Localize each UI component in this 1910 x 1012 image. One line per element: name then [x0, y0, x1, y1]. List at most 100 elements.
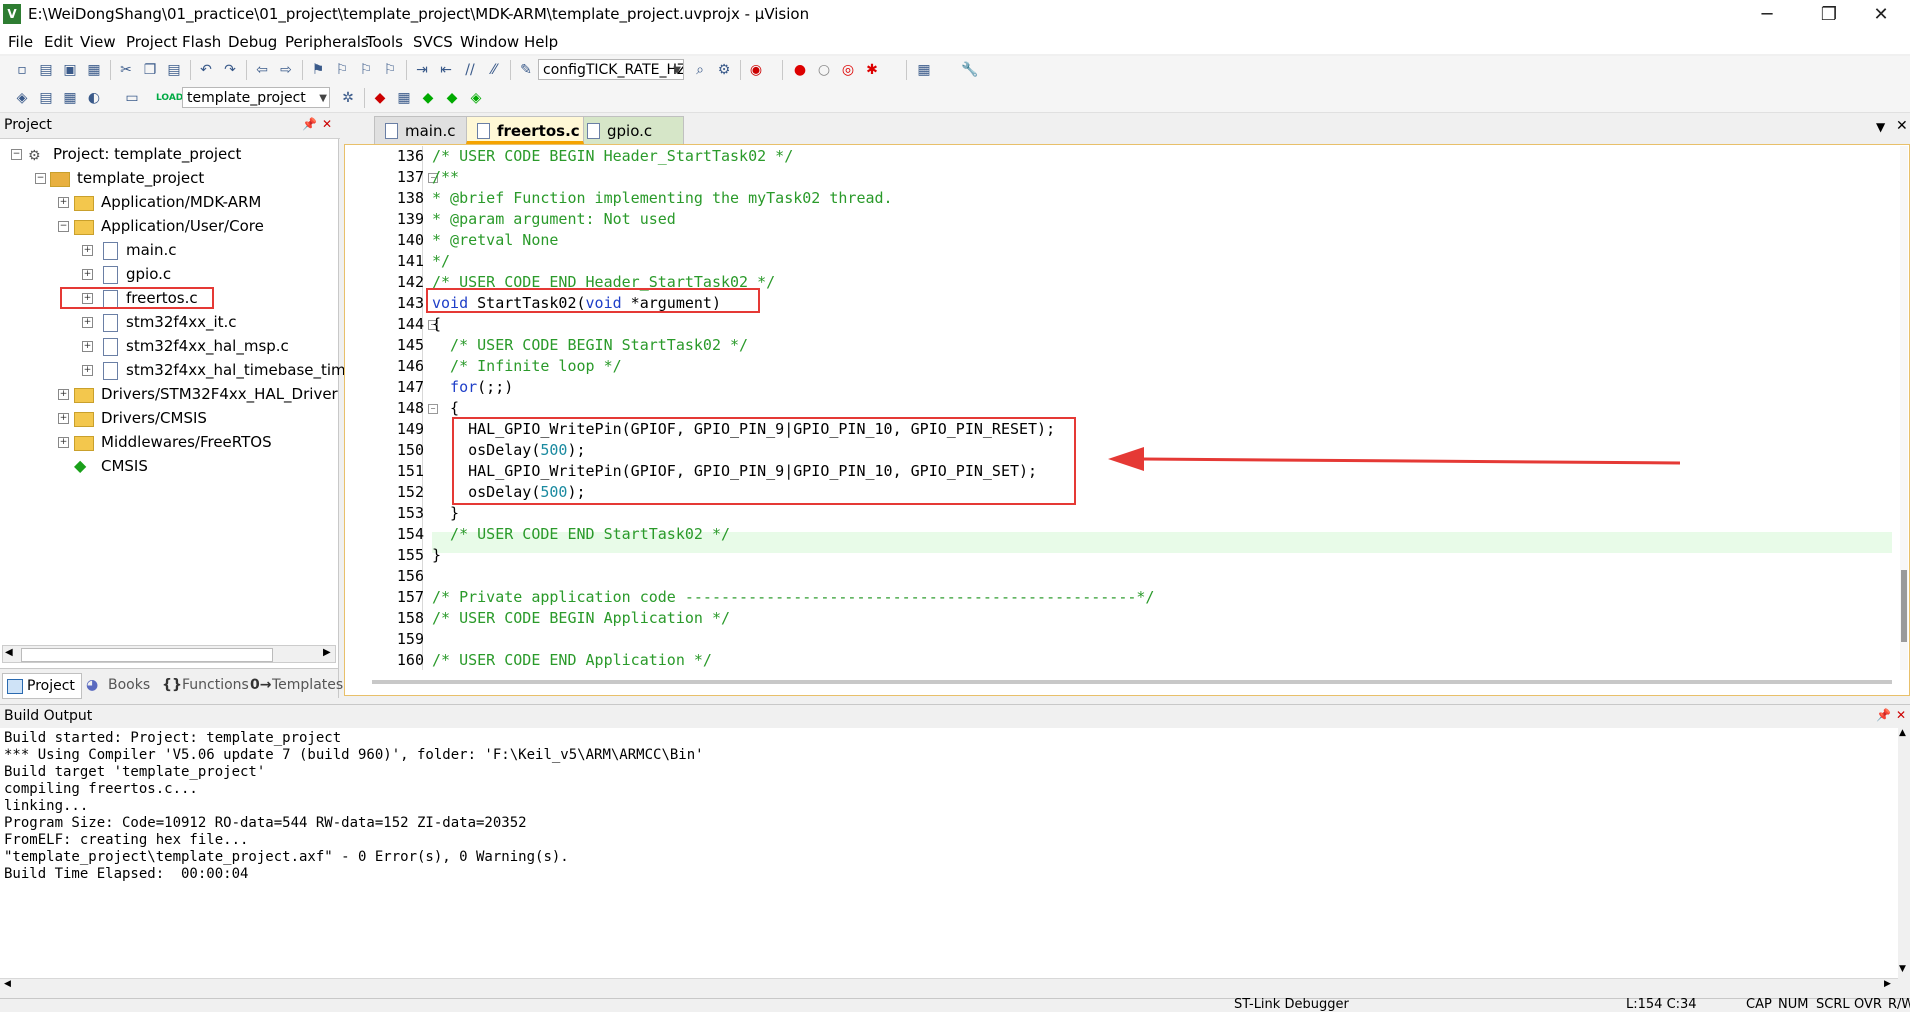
menu-svcs[interactable]: SVCS: [413, 33, 453, 51]
expand-icon[interactable]: +: [82, 317, 93, 328]
scroll-thumb[interactable]: [1901, 570, 1907, 642]
folder-icon: [74, 196, 94, 211]
unindent-icon[interactable]: ⇤: [436, 60, 456, 80]
scroll-right-icon[interactable]: ▶: [323, 647, 331, 658]
manage-components-icon[interactable]: ▦: [394, 88, 414, 108]
target-combo[interactable]: template_project ▼: [182, 87, 330, 108]
project-panel-tabs: Project ◕ Books {} Functions 0→ Template…: [0, 668, 343, 699]
expand-icon[interactable]: +: [82, 365, 93, 376]
minimize-button[interactable]: ─: [1738, 0, 1796, 30]
collapse-icon[interactable]: −: [35, 173, 46, 184]
expand-icon[interactable]: +: [82, 341, 93, 352]
find-in-files-icon[interactable]: ✎: [516, 60, 536, 80]
cut-icon[interactable]: ✂: [116, 60, 136, 80]
scroll-right-icon[interactable]: ▶: [1884, 979, 1891, 989]
run-time-environment-icon[interactable]: ◈: [466, 88, 486, 108]
bookmark-prev-icon[interactable]: ⚐: [332, 60, 352, 80]
menu-debug[interactable]: Debug: [228, 33, 277, 51]
expand-icon[interactable]: +: [58, 437, 69, 448]
pack-installer-icon[interactable]: ◆: [442, 88, 462, 108]
collapse-icon[interactable]: −: [11, 149, 22, 160]
navigate-back-icon[interactable]: ⇦: [252, 60, 272, 80]
expand-icon[interactable]: +: [82, 245, 93, 256]
scroll-up-icon[interactable]: ▲: [1899, 728, 1906, 738]
tree-item-label: stm32f4xx_hal_msp.c: [126, 337, 289, 355]
pin-icon[interactable]: 📌: [1876, 708, 1891, 722]
open-file-icon[interactable]: ▤: [36, 60, 56, 80]
breakpoint-enable-icon[interactable]: ○: [814, 60, 834, 80]
rebuild-icon[interactable]: ▦: [60, 88, 80, 108]
editor-vscrollbar[interactable]: [1900, 146, 1908, 670]
navigate-forward-icon[interactable]: ⇨: [276, 60, 296, 80]
scroll-left-icon[interactable]: ◀: [5, 647, 13, 658]
stop-build-icon[interactable]: ▭: [122, 88, 142, 108]
bookmark-next-icon[interactable]: ⚐: [356, 60, 376, 80]
save-all-icon[interactable]: ▦: [84, 60, 104, 80]
menu-tools[interactable]: Tools: [366, 33, 403, 51]
c-file-icon: [103, 314, 118, 332]
menu-window[interactable]: Window: [460, 33, 519, 51]
breakpoint-insert-icon[interactable]: ●: [790, 60, 810, 80]
scroll-left-icon[interactable]: ◀: [4, 979, 11, 989]
line-number: 143: [396, 294, 424, 312]
build-icon[interactable]: ▤: [36, 88, 56, 108]
freertos-highlight-box: [60, 287, 214, 309]
expand-icon[interactable]: +: [58, 197, 69, 208]
select-packs-icon[interactable]: ◆: [418, 88, 438, 108]
uncomment-icon[interactable]: ⁄⁄: [484, 60, 504, 80]
paste-icon[interactable]: ▤: [164, 60, 184, 80]
window-layout-icon[interactable]: ▦: [914, 60, 934, 80]
close-button[interactable]: ✕: [1852, 0, 1910, 30]
tab-list-dropdown-icon[interactable]: ▼: [1876, 120, 1885, 134]
line-number: 152: [396, 483, 424, 501]
manage-project-items-icon[interactable]: ◆: [370, 88, 390, 108]
breakpoint-kill-all-icon[interactable]: ✱: [862, 60, 882, 80]
bookmark-clear-icon[interactable]: ⚐: [380, 60, 400, 80]
project-hscrollbar[interactable]: ◀ ▶: [2, 645, 336, 663]
editor-close-icon[interactable]: ✕: [1896, 118, 1908, 134]
build-output-hscrollbar[interactable]: ◀ ▶: [0, 978, 1898, 995]
tree-item-label: Middlewares/FreeRTOS: [101, 433, 272, 451]
expand-icon[interactable]: +: [58, 389, 69, 400]
save-icon[interactable]: ▣: [60, 60, 80, 80]
arrow-shaft: [1139, 457, 1681, 465]
tab-gpio-c[interactable]: gpio.c: [576, 116, 684, 144]
copy-icon[interactable]: ❐: [140, 60, 160, 80]
download-icon[interactable]: LOAD: [156, 88, 183, 108]
menu-file[interactable]: File: [8, 33, 33, 51]
editor-hscrollbar[interactable]: [372, 680, 1892, 684]
pin-icon[interactable]: 📌: [302, 117, 317, 131]
batch-build-icon[interactable]: ◐: [84, 88, 104, 108]
expand-icon[interactable]: +: [82, 269, 93, 280]
new-file-icon[interactable]: ▫: [12, 60, 32, 80]
panel-close-icon[interactable]: ✕: [322, 117, 332, 131]
tab-project[interactable]: Project: [2, 673, 82, 699]
target-options-icon[interactable]: ✲: [338, 88, 358, 108]
find-combo[interactable]: configTICK_RATE_HZ ▼: [538, 59, 684, 80]
undo-icon[interactable]: ↶: [196, 60, 216, 80]
menu-flash[interactable]: Flash: [182, 33, 221, 51]
build-output-vscrollbar[interactable]: ▲ ▼: [1898, 728, 1910, 978]
menu-help[interactable]: Help: [524, 33, 558, 51]
scroll-down-icon[interactable]: ▼: [1899, 964, 1906, 974]
redo-icon[interactable]: ↷: [220, 60, 240, 80]
menu-peripherals[interactable]: Peripherals: [285, 33, 369, 51]
scroll-thumb[interactable]: [21, 648, 273, 662]
configure-icon[interactable]: 🔧: [960, 60, 980, 80]
find-icon[interactable]: ⌕: [690, 60, 710, 80]
bookmark-toggle-icon[interactable]: ⚑: [308, 60, 328, 80]
panel-close-icon[interactable]: ✕: [1896, 708, 1906, 722]
collapse-icon[interactable]: −: [58, 221, 69, 232]
menu-view[interactable]: View: [80, 33, 116, 51]
expand-icon[interactable]: +: [58, 413, 69, 424]
debug-session-icon[interactable]: ◉: [746, 60, 766, 80]
incremental-find-icon[interactable]: ⚙: [714, 60, 734, 80]
tab-freertos-c[interactable]: freertos.c: [466, 116, 584, 144]
translate-icon[interactable]: ◈: [12, 88, 32, 108]
menu-project[interactable]: Project: [126, 33, 177, 51]
breakpoint-disable-icon[interactable]: ◎: [838, 60, 858, 80]
comment-icon[interactable]: //: [460, 60, 480, 80]
indent-icon[interactable]: ⇥: [412, 60, 432, 80]
menu-edit[interactable]: Edit: [44, 33, 73, 51]
maximize-button[interactable]: ❐: [1800, 0, 1858, 30]
